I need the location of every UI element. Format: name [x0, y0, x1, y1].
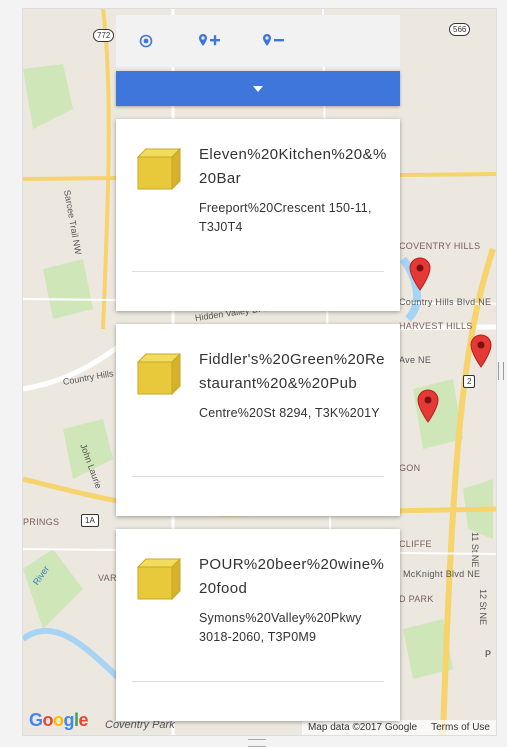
box-icon — [136, 147, 182, 191]
caret-down-icon — [253, 85, 263, 92]
place-card[interactable]: Eleven%20Kitchen%20&%20Bar Freeport%20Cr… — [116, 119, 400, 311]
map-data-credit: Map data ©2017 Google — [307, 722, 418, 733]
card-divider — [132, 271, 384, 272]
map-label-gon: GON — [399, 463, 421, 473]
highway-shield-2: 2 — [463, 375, 476, 388]
map-label-mcknight: McKnight Blvd NE — [403, 569, 481, 579]
highway-shield-772: 772 — [93, 29, 115, 42]
card-divider — [132, 681, 384, 682]
place-card[interactable]: POUR%20beer%20wine%20food Symons%20Valle… — [116, 529, 400, 721]
map-label-cliffe: CLIFFE — [399, 539, 432, 549]
box-icon — [136, 557, 182, 601]
add-marker-button[interactable] — [190, 21, 230, 61]
map-attribution: Map data ©2017 Google Terms of Use — [301, 720, 496, 735]
place-card[interactable]: Fiddler's%20Green%20Restaurant%20&%20Pub… — [116, 324, 400, 516]
place-address: Centre%20St 8294, T3K%201Y — [199, 406, 380, 420]
map-marker-1[interactable] — [409, 257, 431, 291]
pin-plus-icon — [199, 34, 220, 46]
map-label-12-st: 12 St NE — [478, 589, 488, 626]
google-logo: Google — [29, 710, 89, 730]
map-label-country-hills-blvd: Country Hills Blvd NE — [399, 297, 492, 307]
map-marker-2[interactable] — [470, 334, 492, 368]
pin-minus-icon — [263, 34, 284, 46]
locate-button[interactable] — [126, 21, 166, 61]
map-label-harvest-hills: HARVEST HILLS — [399, 321, 473, 331]
place-address: Symons%20Valley%20Pkwy 3018-2060, T3P0M9 — [199, 611, 362, 644]
terms-of-use-link[interactable]: Terms of Use — [431, 722, 490, 733]
map-label-p: P — [485, 649, 492, 659]
map-label-coventry-hills: COVENTRY HILLS — [399, 241, 481, 251]
app-frame: COVENTRY HILLS Country Hills Blvd NE HAR… — [0, 0, 507, 747]
place-name: Fiddler's%20Green%20Restaurant%20&%20Pub — [199, 351, 385, 392]
highway-shield-1a: 1A — [81, 514, 99, 527]
map-label-11-st: 11 St NE — [470, 532, 480, 568]
target-icon — [139, 34, 153, 48]
place-address: Freeport%20Crescent 150-11, T3J0T4 — [199, 201, 372, 234]
highway-shield-566: 566 — [449, 23, 471, 36]
results-dropdown-toggle[interactable] — [116, 71, 400, 106]
card-divider — [132, 476, 384, 477]
place-name: Eleven%20Kitchen%20&%20Bar — [199, 146, 387, 187]
map-label-ave-ne: Ave NE — [399, 355, 432, 365]
box-icon — [136, 352, 182, 396]
bottom-resize-handle[interactable] — [248, 739, 266, 747]
map-marker-3[interactable] — [417, 389, 439, 423]
map-label-springs: PRINGS — [23, 517, 60, 527]
map-label-d-park: D PARK — [399, 594, 434, 604]
side-resize-handle[interactable] — [498, 362, 504, 380]
place-name: POUR%20beer%20wine%20food — [199, 556, 385, 597]
remove-marker-button[interactable] — [254, 21, 294, 61]
map-toolbar — [116, 15, 400, 67]
